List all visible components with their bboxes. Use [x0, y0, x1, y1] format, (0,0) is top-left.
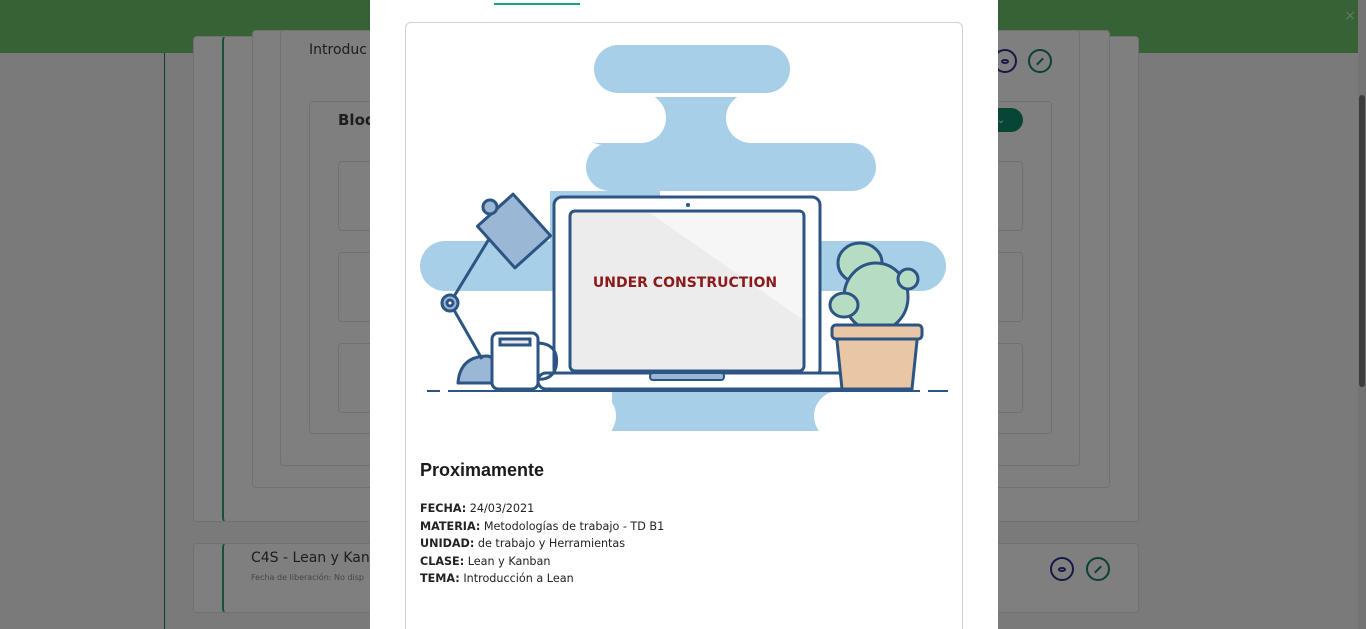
card-title: Proximamente [420, 460, 545, 480]
info-row-unidad: UNIDAD: de trabajo y Herramientas [420, 535, 664, 553]
info-key: MATERIA: [420, 519, 481, 533]
info-value: Introducción a Lean [463, 572, 574, 585]
info-value: de trabajo y Herramientas [477, 537, 626, 550]
laptop-icon [536, 195, 874, 391]
info-value: 24/03/2021 [469, 502, 535, 515]
info-row-tema: TEMA: Introducción a Lean [420, 570, 664, 588]
info-key: CLASE: [420, 554, 465, 568]
class-detail-modal: UNDER CONSTRUCTION Proximamente FECHA: 2… [370, 0, 998, 629]
info-key: UNIDAD: [420, 537, 475, 550]
info-value: Metodologías de trabajo - TD B1 [483, 519, 665, 533]
class-detail-card: UNDER CONSTRUCTION Proximamente FECHA: 2… [405, 22, 963, 629]
info-row-fecha: FECHA: 24/03/2021 [420, 500, 664, 518]
under-construction-illustration [420, 45, 950, 431]
class-info: FECHA: 24/03/2021 MATERIA: Metodologías … [420, 500, 664, 588]
info-key: FECHA: [420, 502, 467, 515]
info-key: TEMA: [420, 572, 460, 585]
info-value: Lean y Kanban [467, 554, 551, 568]
under-construction-label: UNDER CONSTRUCTION [592, 275, 778, 291]
info-row-clase: CLASE: Lean y Kanban [420, 553, 664, 571]
info-row-materia: MATERIA: Metodologías de trabajo - TD B1 [420, 518, 664, 536]
active-tab-indicator [494, 3, 580, 5]
